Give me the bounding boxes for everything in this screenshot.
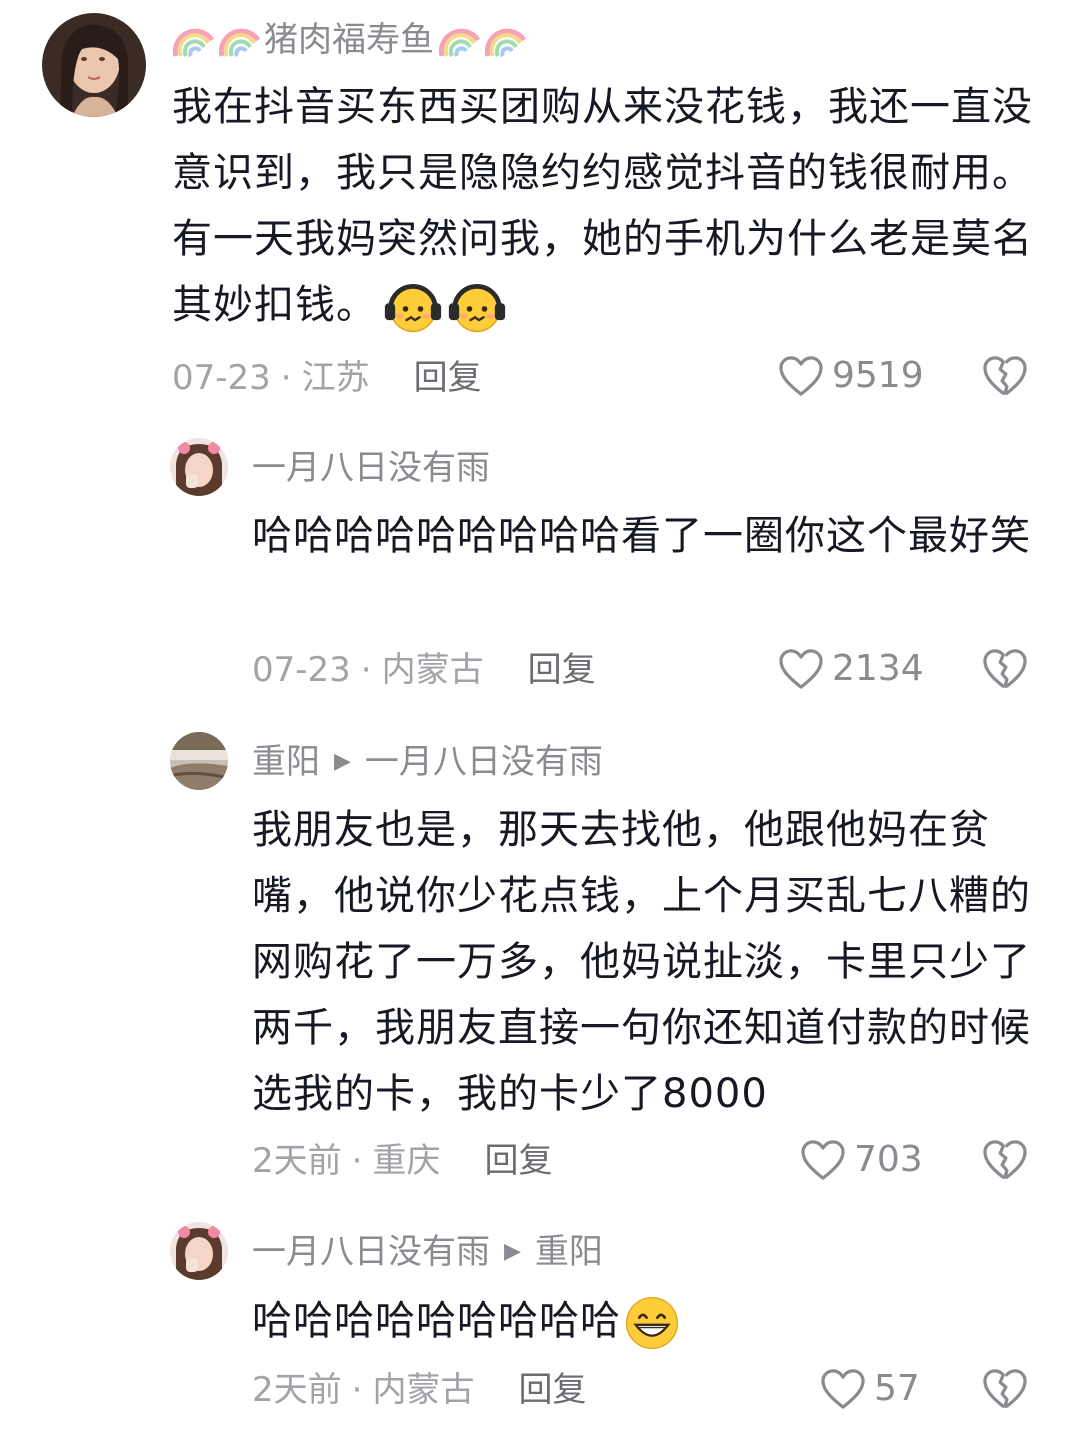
comment-text: 哈哈哈哈哈哈哈哈哈 <box>252 1288 1042 1354</box>
avatar[interactable] <box>170 438 228 496</box>
broken-heart-icon[interactable] <box>982 1139 1028 1181</box>
broken-heart-icon[interactable] <box>982 1368 1028 1410</box>
reply-to-username[interactable]: 一月八日没有雨 <box>365 742 603 782</box>
comment-meta: 07-23 · 江苏 回复 <box>172 358 482 398</box>
comment-location: 内蒙古 <box>372 1370 475 1410</box>
avatar[interactable] <box>42 13 146 117</box>
comment-text-content: 哈哈哈哈哈哈哈哈哈 <box>252 1298 621 1344</box>
comment-meta: 2天前 · 内蒙古 回复 <box>252 1370 586 1410</box>
reply-to-username[interactable]: 重阳 <box>535 1232 603 1272</box>
comment-text-content: 我在抖音买东西买团购从来没花钱，我还一直没意识到，我只是隐隐约约感觉抖音的钱很耐… <box>172 84 1033 328</box>
username-text: 猪肉福寿鱼 <box>264 20 434 60</box>
comment-meta: 2天前 · 重庆 回复 <box>252 1141 552 1181</box>
headphone-face-emoji <box>447 277 507 337</box>
like-count: 2134 <box>832 648 924 689</box>
username[interactable]: 重阳 ▶ 一月八日没有雨 <box>252 742 603 782</box>
heart-icon <box>820 1368 866 1410</box>
broken-heart-icon[interactable] <box>982 648 1028 690</box>
rainbow-emoji <box>218 20 262 60</box>
comment-location: 内蒙古 <box>381 650 484 690</box>
avatar[interactable] <box>170 732 228 790</box>
avatar[interactable] <box>170 1222 228 1280</box>
like-count: 57 <box>874 1368 920 1409</box>
rainbow-emoji <box>172 20 216 60</box>
comment-meta: 07-23 · 内蒙古 回复 <box>252 650 596 690</box>
comment-text-content: 哈哈哈哈哈哈哈哈哈看了一圈你这个最好笑 <box>252 513 1031 559</box>
username-text: 一月八日没有雨 <box>252 448 490 488</box>
comment-text: 我朋友也是，那天去找他，他跟他妈在贫嘴，他说你少花点钱，上个月买乱七八糟的网购花… <box>252 797 1042 1127</box>
username-text: 一月八日没有雨 <box>252 1232 490 1272</box>
reply-arrow-icon: ▶ <box>504 1239 521 1264</box>
reply-button[interactable]: 回复 <box>414 358 482 398</box>
like-button[interactable]: 2134 <box>778 648 924 690</box>
heart-icon <box>778 648 824 690</box>
comment-text: 哈哈哈哈哈哈哈哈哈看了一圈你这个最好笑 <box>252 503 1042 569</box>
comment-text-content: 我朋友也是，那天去找他，他跟他妈在贫嘴，他说你少花点钱，上个月买乱七八糟的网购花… <box>252 807 1031 1117</box>
comment-date: 07-23 <box>252 650 351 690</box>
reply-button[interactable]: 回复 <box>518 1370 586 1410</box>
heart-icon <box>778 355 824 397</box>
like-button[interactable]: 57 <box>820 1368 920 1410</box>
rainbow-emoji <box>484 20 528 60</box>
like-count: 9519 <box>832 355 924 396</box>
heart-icon <box>800 1139 846 1181</box>
comment-date: 2天前 <box>252 1141 342 1181</box>
separator: · <box>280 358 292 398</box>
reply-button[interactable]: 回复 <box>484 1141 552 1181</box>
comment-date: 2天前 <box>252 1370 342 1410</box>
username[interactable]: 猪肉福寿鱼 <box>172 20 530 60</box>
username[interactable]: 一月八日没有雨 <box>252 448 490 488</box>
grin-emoji <box>623 1294 681 1352</box>
separator: · <box>351 1141 363 1181</box>
username-text: 重阳 <box>252 742 320 782</box>
broken-heart-icon[interactable] <box>982 355 1028 397</box>
comment-text: 我在抖音买东西买团购从来没花钱，我还一直没意识到，我只是隐隐约约感觉抖音的钱很耐… <box>172 74 1042 338</box>
comment-date: 07-23 <box>172 358 271 398</box>
comment-location: 江苏 <box>301 358 370 398</box>
like-button[interactable]: 703 <box>800 1139 923 1181</box>
username[interactable]: 一月八日没有雨 ▶ 重阳 <box>252 1232 603 1272</box>
like-count: 703 <box>854 1139 923 1180</box>
separator: · <box>360 650 372 690</box>
headphone-face-emoji <box>383 277 443 337</box>
reply-button[interactable]: 回复 <box>528 650 596 690</box>
like-button[interactable]: 9519 <box>778 355 924 397</box>
comment-location: 重庆 <box>372 1141 441 1181</box>
reply-arrow-icon: ▶ <box>334 749 351 774</box>
rainbow-emoji <box>438 20 482 60</box>
separator: · <box>351 1370 363 1410</box>
